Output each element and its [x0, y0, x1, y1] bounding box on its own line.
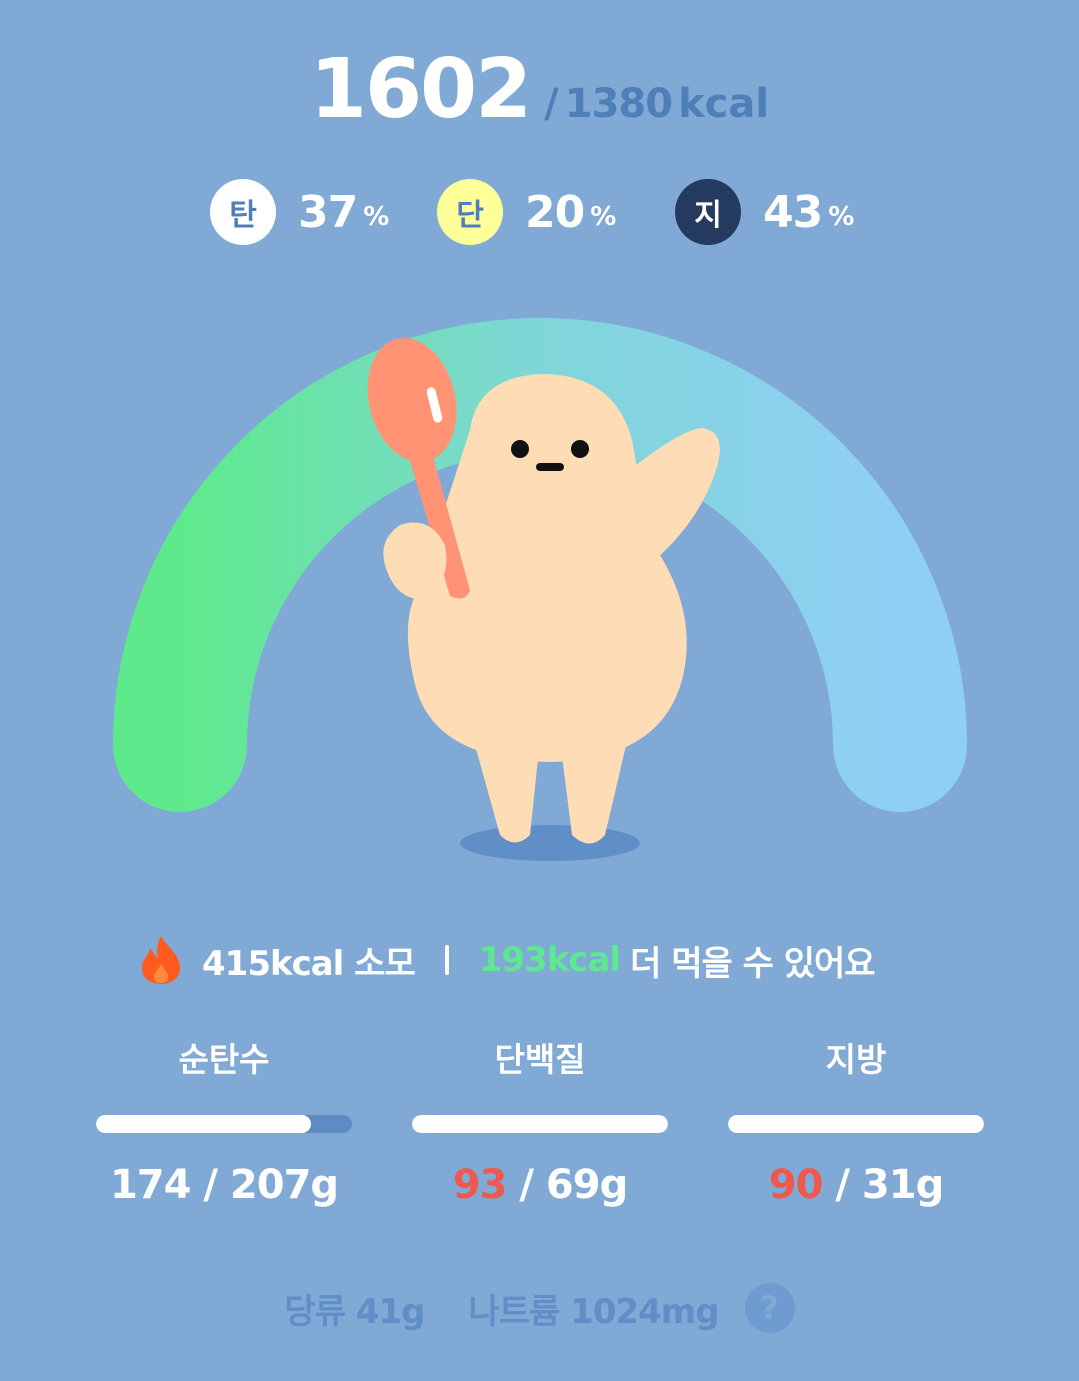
net-carbs-progress	[96, 1115, 352, 1133]
fat-goal: 31g	[861, 1162, 944, 1208]
calorie-summary: 1602 /1380 kcal	[0, 42, 1079, 142]
protein-goal: 69g	[545, 1162, 628, 1208]
carb-ratio-unit: %	[363, 202, 390, 232]
calorie-separator: /	[544, 81, 559, 127]
sodium-value: 나트륨 1024mg	[468, 1291, 719, 1332]
carb-ratio-value: 37	[298, 186, 358, 238]
calories-unit: kcal	[678, 81, 770, 127]
protein-progress-fill	[412, 1115, 668, 1133]
protein-ratio-unit: %	[590, 202, 617, 232]
protein-value: 93 / 69g	[412, 1162, 668, 1208]
activity-summary: 415kcal 소모 193kcal 더 먹을 수 있어요	[138, 930, 876, 990]
fat-progress-fill	[728, 1115, 984, 1133]
carb-badge: 탄	[210, 179, 276, 245]
carb-ratio: 탄 37 %	[210, 178, 389, 246]
fat-label: 지방	[825, 1040, 887, 1079]
divider	[444, 945, 449, 975]
net-carbs-label: 순탄수	[178, 1040, 270, 1079]
fat-value: 90 / 31g	[728, 1162, 984, 1208]
calories-goal: 1380	[564, 81, 673, 127]
calorie-gauge	[113, 318, 967, 861]
protein-current: 93	[452, 1162, 508, 1208]
fat-progress	[728, 1115, 984, 1133]
protein-separator: /	[506, 1162, 546, 1208]
protein-ratio-value: 20	[525, 186, 585, 238]
fat-ratio-unit: %	[828, 202, 855, 232]
fire-icon	[142, 936, 180, 984]
sugar-value: 당류 41g	[284, 1291, 425, 1332]
question-icon[interactable]: ?	[744, 1283, 795, 1333]
net-carbs-current: 174	[109, 1162, 191, 1208]
protein-badge: 단	[437, 179, 503, 245]
calories-remaining-value: 193kcal	[478, 940, 621, 980]
fat-badge: 지	[675, 179, 741, 245]
protein-progress	[412, 1115, 668, 1133]
protein-ratio: 단 20 %	[437, 178, 616, 246]
net-carbs-goal: 207g	[229, 1162, 339, 1208]
calories-burned: 415kcal 소모	[202, 943, 416, 984]
net-carbs-value: 174 / 207g	[96, 1162, 352, 1208]
protein-label: 단백질	[494, 1040, 586, 1079]
calories-eaten: 1602	[309, 42, 532, 137]
net-carbs-progress-fill	[96, 1115, 312, 1133]
fat-current: 90	[768, 1162, 824, 1208]
fat-separator: /	[822, 1162, 862, 1208]
net-carbs-separator: /	[190, 1162, 230, 1208]
fat-ratio-value: 43	[763, 186, 823, 238]
calories-remaining-text: 더 먹을 수 있어요	[630, 943, 875, 984]
fat-ratio: 지 43 %	[675, 178, 854, 246]
extra-nutrients: 당류 41g 나트륨 1024mg ?	[0, 1278, 1079, 1338]
